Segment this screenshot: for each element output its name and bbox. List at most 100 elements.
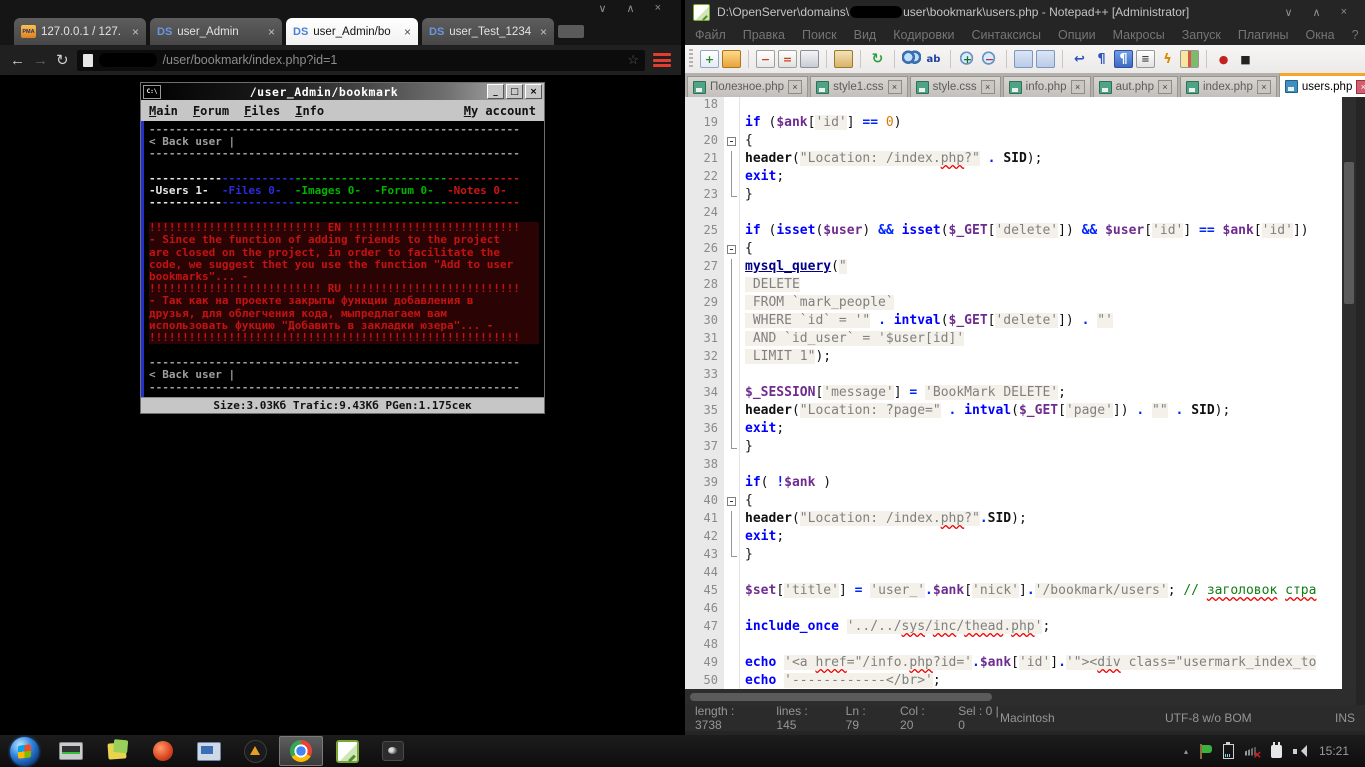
menu-Синтаксисы[interactable]: Синтаксисы bbox=[971, 28, 1041, 42]
menu-Поиск[interactable]: Поиск bbox=[802, 28, 837, 42]
minimize-icon[interactable]: ∨ bbox=[598, 2, 606, 15]
maximize-icon[interactable]: ∧ bbox=[627, 2, 635, 15]
code-text[interactable] bbox=[740, 457, 1365, 475]
code-text[interactable]: { bbox=[740, 493, 1365, 511]
forward-button[interactable]: → bbox=[33, 53, 48, 68]
editor-tab[interactable]: users.php× bbox=[1279, 73, 1365, 97]
paste-icon[interactable] bbox=[834, 50, 853, 68]
code-text[interactable] bbox=[740, 601, 1365, 619]
site-menu-info[interactable]: Info bbox=[295, 104, 324, 118]
power-plug-icon[interactable] bbox=[1271, 745, 1282, 758]
taskbar-utility-app[interactable] bbox=[371, 736, 415, 766]
menu-Опции[interactable]: Опции bbox=[1058, 28, 1096, 42]
close-icon[interactable]: × bbox=[1341, 6, 1347, 19]
code-text[interactable]: if (isset($user) && isset($_GET['delete'… bbox=[740, 223, 1365, 241]
volume-icon[interactable] bbox=[1293, 745, 1308, 758]
editor-tab[interactable]: style.css× bbox=[910, 76, 1001, 97]
record-macro-icon[interactable]: ● bbox=[1214, 50, 1233, 68]
taskbar-chrome[interactable] bbox=[279, 736, 323, 766]
code-text[interactable]: echo '<a href="/info.php?id='.$ank['id']… bbox=[740, 655, 1365, 673]
tab-close-icon[interactable]: × bbox=[1071, 80, 1085, 94]
code-text[interactable]: } bbox=[740, 547, 1365, 565]
menu-Кодировки[interactable]: Кодировки bbox=[893, 28, 954, 42]
start-button[interactable] bbox=[1, 736, 47, 766]
browser-menu-icon[interactable] bbox=[653, 53, 671, 67]
counter-users[interactable]: -Users 1- bbox=[149, 184, 222, 197]
function-list-icon[interactable]: ≡ bbox=[1136, 50, 1155, 68]
stop-macro-icon[interactable]: ■ bbox=[1236, 50, 1255, 68]
code-text[interactable]: $set['title'] = 'user_'.$ank['nick'].'/b… bbox=[740, 583, 1365, 601]
menu-help[interactable]: ? bbox=[1352, 28, 1359, 42]
code-text[interactable]: exit; bbox=[740, 529, 1365, 547]
tab-close-icon[interactable]: × bbox=[1257, 80, 1271, 94]
taskbar-sticky-notes[interactable] bbox=[95, 736, 139, 766]
tab-close-icon[interactable]: × bbox=[981, 80, 995, 94]
horizontal-scrollbar[interactable] bbox=[685, 689, 1356, 705]
clock[interactable]: 15:21 bbox=[1319, 744, 1349, 758]
tab-close-icon[interactable]: × bbox=[1356, 80, 1365, 94]
code-text[interactable]: $_SESSION['message'] = 'BookMark DELETE'… bbox=[740, 385, 1365, 403]
code-text[interactable]: WHERE `id` = '" . intval($_GET['delete']… bbox=[740, 313, 1365, 331]
code-text[interactable]: mysql_query(" bbox=[740, 259, 1365, 277]
back-user-link[interactable]: < Back user | bbox=[149, 369, 539, 381]
fold-collapse-icon[interactable] bbox=[724, 133, 740, 151]
editor-tab[interactable]: Полезное.php× bbox=[687, 76, 808, 97]
find-icon[interactable] bbox=[902, 50, 921, 68]
taskbar-download-manager[interactable] bbox=[141, 736, 185, 766]
close-all-files-icon[interactable]: = bbox=[778, 50, 797, 68]
tab-close-icon[interactable]: × bbox=[268, 25, 275, 39]
code-text[interactable]: AND `id_user` = '$user[id]' bbox=[740, 331, 1365, 349]
editor-tab[interactable]: aut.php× bbox=[1093, 76, 1178, 97]
browser-tab[interactable]: DSuser_Admin× bbox=[150, 18, 282, 45]
close-file-icon[interactable]: − bbox=[756, 50, 775, 68]
code-text[interactable]: { bbox=[740, 133, 1365, 151]
minimize-button[interactable]: _ bbox=[487, 84, 504, 99]
maximize-button[interactable]: □ bbox=[506, 84, 523, 99]
show-paragraph-icon[interactable]: ¶ bbox=[1092, 50, 1111, 68]
bookmark-star-icon[interactable]: ☆ bbox=[627, 52, 639, 68]
counter-notes[interactable]: -Notes 0- bbox=[447, 184, 507, 197]
network-offline-icon[interactable] bbox=[1245, 745, 1260, 758]
open-file-icon[interactable] bbox=[722, 50, 741, 68]
editor-tab[interactable]: info.php× bbox=[1003, 76, 1091, 97]
sync-scroll-v-icon[interactable] bbox=[1014, 50, 1033, 68]
redo-icon[interactable]: ↻ bbox=[868, 50, 887, 68]
tab-close-icon[interactable]: × bbox=[404, 25, 411, 39]
print-icon[interactable] bbox=[800, 50, 819, 68]
npp-titlebar[interactable]: D:\OpenServer\domains\ user\bookmark\use… bbox=[685, 0, 1365, 24]
code-text[interactable]: FROM `mark_people` bbox=[740, 295, 1365, 313]
taskbar-notepad-plus-plus[interactable] bbox=[325, 736, 369, 766]
counter-forum[interactable]: -Forum 0- bbox=[374, 184, 447, 197]
document-monitor-icon[interactable]: ϟ bbox=[1158, 50, 1177, 68]
menu-Окна[interactable]: Окна bbox=[1306, 28, 1335, 42]
back-button[interactable]: ← bbox=[10, 53, 25, 68]
site-menu-main[interactable]: Main bbox=[149, 104, 178, 118]
code-text[interactable] bbox=[740, 205, 1365, 223]
site-menu-forum[interactable]: Forum bbox=[193, 104, 229, 118]
close-icon[interactable]: × bbox=[655, 2, 661, 15]
code-text[interactable]: header("Location: ?page=" . intval($_GET… bbox=[740, 403, 1365, 421]
taskbar-antivirus[interactable] bbox=[233, 736, 277, 766]
code-text[interactable] bbox=[740, 97, 1365, 115]
zoom-in-icon[interactable]: + bbox=[958, 50, 977, 68]
menu-Запуск[interactable]: Запуск bbox=[1182, 28, 1221, 42]
url-text[interactable]: /user/bookmark/index.php?id=1 bbox=[163, 53, 338, 67]
minimize-icon[interactable]: ∨ bbox=[1284, 6, 1292, 19]
site-menu-files[interactable]: Files bbox=[244, 104, 280, 118]
code-text[interactable] bbox=[740, 565, 1365, 583]
address-bar[interactable]: /user/bookmark/index.php?id=1 ☆ bbox=[77, 50, 645, 71]
tab-close-icon[interactable]: × bbox=[132, 25, 139, 39]
code-text[interactable]: echo '------------</br>'; bbox=[740, 673, 1365, 689]
browser-tab[interactable]: DSuser_Test_1234× bbox=[422, 18, 554, 45]
counter-images[interactable]: -Images 0- bbox=[295, 184, 374, 197]
horizontal-scrollbar-thumb[interactable] bbox=[690, 693, 992, 701]
code-text[interactable]: { bbox=[740, 241, 1365, 259]
code-text[interactable]: DELETE bbox=[740, 277, 1365, 295]
code-text[interactable]: if ($ank['id'] == 0) bbox=[740, 115, 1365, 133]
replace-icon[interactable]: ab bbox=[924, 50, 943, 68]
fold-collapse-icon[interactable] bbox=[724, 493, 740, 511]
document-map-icon[interactable] bbox=[1180, 50, 1199, 68]
browser-tab[interactable]: PMA127.0.0.1 / 127.× bbox=[14, 18, 146, 45]
menu-Файл[interactable]: Файл bbox=[695, 28, 726, 42]
menu-Вид[interactable]: Вид bbox=[854, 28, 877, 42]
